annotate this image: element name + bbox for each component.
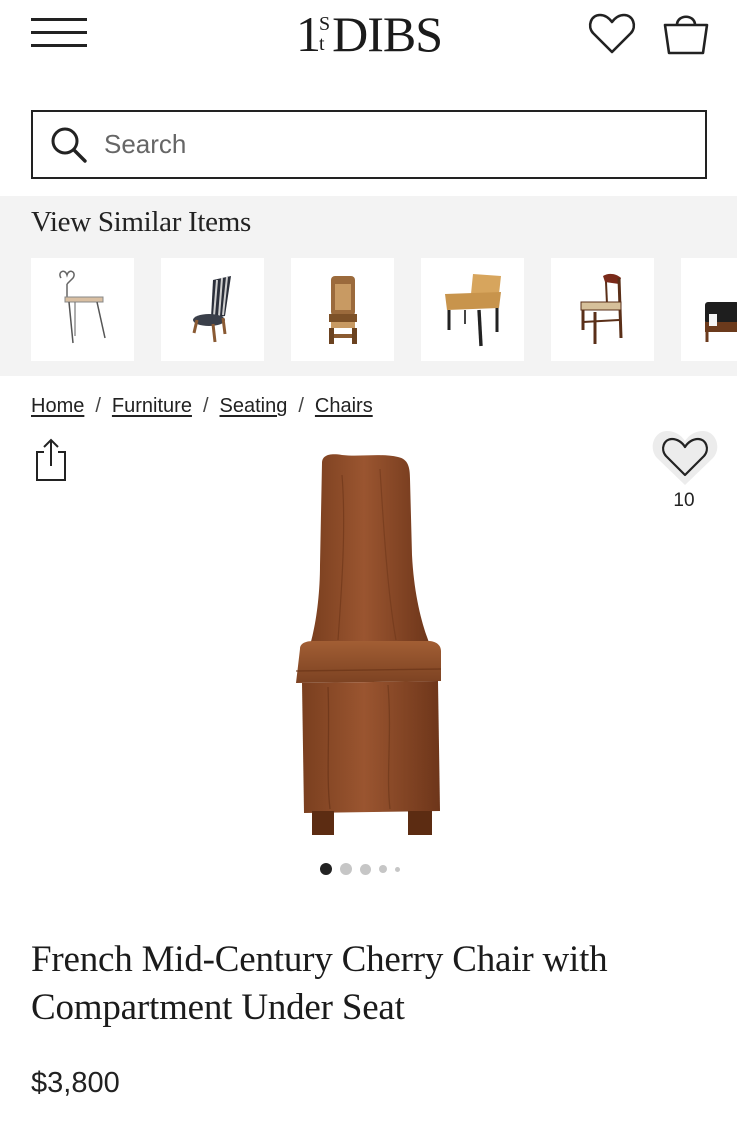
mustard-stool-thumbnail-icon bbox=[445, 274, 501, 347]
carousel-dot-1[interactable] bbox=[320, 863, 332, 875]
breadcrumb: Home / Furniture / Seating / Chairs bbox=[31, 395, 373, 418]
similar-item-5[interactable] bbox=[551, 258, 654, 361]
similar-items-title: View Similar Items bbox=[31, 206, 251, 238]
breadcrumb-chairs[interactable]: Chairs bbox=[315, 395, 373, 418]
logo-t: t bbox=[319, 33, 325, 55]
breadcrumb-separator: / bbox=[202, 395, 209, 417]
wire-chair-thumbnail-icon bbox=[59, 270, 106, 344]
share-icon[interactable] bbox=[31, 436, 71, 484]
product-title: French Mid-Century Cherry Chair with Com… bbox=[31, 939, 608, 1028]
menu-icon[interactable] bbox=[31, 18, 87, 48]
similar-item-6[interactable] bbox=[681, 258, 737, 361]
search-box[interactable] bbox=[31, 110, 707, 179]
favorites-heart-icon[interactable] bbox=[588, 12, 636, 56]
site-logo[interactable]: 1 S t DIBS bbox=[296, 6, 443, 62]
similar-items-section: View Similar Items bbox=[0, 196, 737, 376]
breadcrumb-seating[interactable]: Seating bbox=[220, 395, 288, 418]
similar-item-3[interactable] bbox=[291, 258, 394, 361]
carved-wood-chair-thumbnail-icon bbox=[329, 276, 357, 344]
carousel-dot-5[interactable] bbox=[395, 866, 400, 872]
logo-st: S t bbox=[319, 14, 330, 54]
similar-item-2[interactable] bbox=[161, 258, 264, 361]
similar-item-1[interactable] bbox=[31, 258, 134, 361]
search-input[interactable] bbox=[104, 129, 664, 160]
product-image[interactable] bbox=[280, 445, 460, 845]
logo-s: S bbox=[319, 13, 331, 35]
search-icon bbox=[51, 127, 87, 163]
similar-item-4[interactable] bbox=[421, 258, 524, 361]
breadcrumb-separator: / bbox=[95, 395, 101, 417]
breadcrumb-home[interactable]: Home bbox=[31, 395, 84, 418]
carousel-dot-3[interactable] bbox=[360, 863, 371, 875]
heart-icon bbox=[652, 431, 718, 485]
logo-one: 1 bbox=[296, 6, 321, 62]
image-carousel-dots bbox=[320, 861, 408, 877]
shopping-bag-icon[interactable] bbox=[662, 12, 710, 56]
favorite-count: 10 bbox=[673, 490, 695, 511]
striped-upholstered-chair-thumbnail-icon bbox=[192, 276, 231, 343]
breadcrumb-separator: / bbox=[298, 395, 304, 417]
top-header: 1 S t DIBS bbox=[0, 0, 737, 70]
product-price: $3,800 bbox=[31, 1067, 120, 1099]
favorite-button[interactable]: 10 bbox=[650, 427, 720, 517]
carousel-dot-2[interactable] bbox=[340, 863, 352, 875]
carousel-dot-4[interactable] bbox=[379, 865, 387, 873]
black-leather-chair-thumbnail-icon bbox=[705, 302, 737, 342]
dark-wood-chair-thumbnail-icon bbox=[580, 273, 623, 344]
logo-dibs: DIBS bbox=[332, 6, 443, 62]
breadcrumb-furniture[interactable]: Furniture bbox=[112, 395, 192, 418]
